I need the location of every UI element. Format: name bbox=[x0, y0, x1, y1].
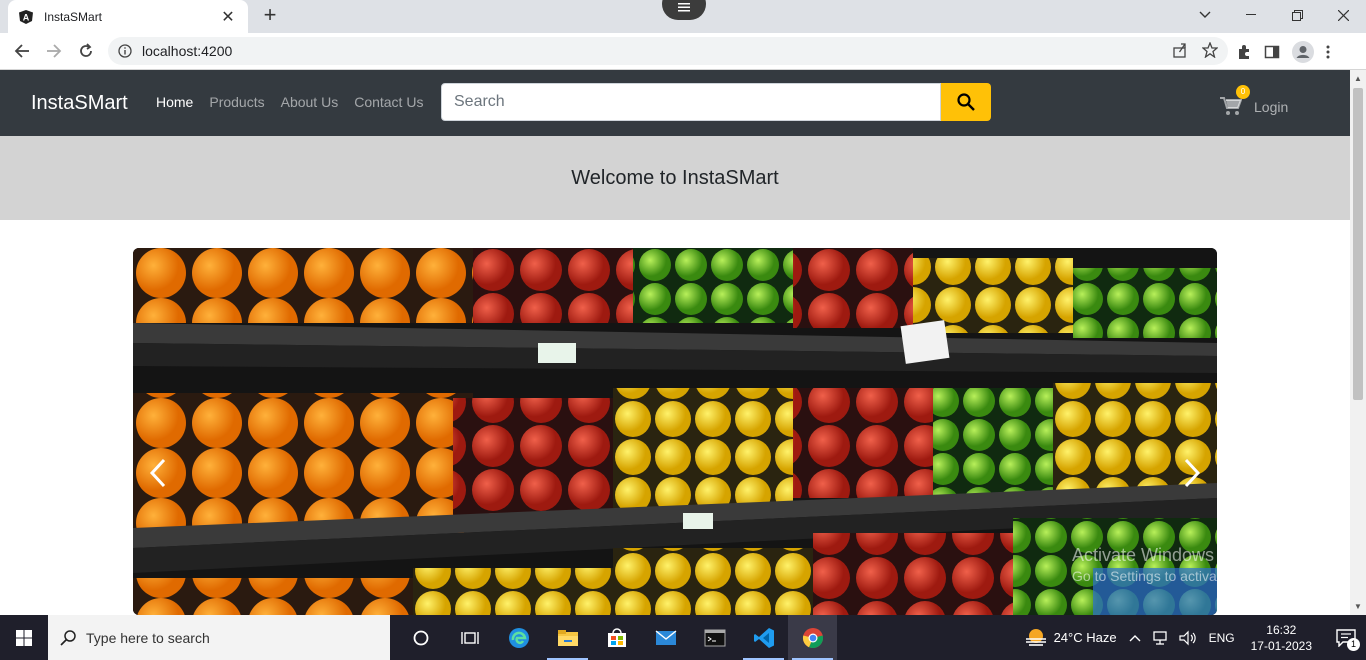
system-clock[interactable]: 16:32 17-01-2023 bbox=[1251, 622, 1312, 654]
scroll-up-icon[interactable]: ▲ bbox=[1354, 74, 1362, 83]
browser-toolbar: localhost:4200 bbox=[0, 33, 1366, 70]
tab-search-icon[interactable] bbox=[1190, 5, 1220, 25]
address-bar[interactable]: localhost:4200 bbox=[108, 37, 1228, 65]
carousel-prev-button[interactable] bbox=[143, 453, 173, 493]
cortana-icon[interactable] bbox=[396, 615, 445, 660]
chevron-right-icon bbox=[1184, 458, 1201, 488]
haze-weather-icon bbox=[1025, 628, 1046, 646]
weather-text: 24°C Haze bbox=[1053, 630, 1117, 645]
browser-tab-strip: A InstaSMart ✕ + bbox=[0, 0, 1366, 33]
clock-date: 17-01-2023 bbox=[1250, 638, 1312, 653]
scroll-down-icon[interactable]: ▼ bbox=[1354, 602, 1362, 611]
mail-icon[interactable] bbox=[641, 615, 690, 660]
site-info-icon[interactable] bbox=[118, 44, 132, 58]
chevron-left-icon bbox=[149, 458, 166, 488]
hamburger-icon bbox=[678, 3, 690, 12]
reload-icon[interactable] bbox=[76, 41, 96, 61]
site-navbar: InstaSMart Home Products About Us Contac… bbox=[0, 70, 1350, 136]
page-scrollbar[interactable]: ▲ ▼ bbox=[1350, 70, 1366, 615]
chrome-icon[interactable] bbox=[788, 615, 837, 660]
taskbar-search-placeholder: Type here to search bbox=[86, 629, 210, 646]
tab-close-icon[interactable]: ✕ bbox=[218, 7, 238, 27]
nav-contact-us[interactable]: Contact Us bbox=[354, 94, 423, 110]
welcome-banner: Welcome to InstaSMart bbox=[0, 136, 1350, 220]
scrollbar-thumb[interactable] bbox=[1353, 88, 1363, 400]
search-button[interactable] bbox=[941, 83, 991, 121]
angular-favicon-icon: A bbox=[19, 9, 33, 24]
close-window-icon[interactable] bbox=[1320, 0, 1366, 30]
network-icon[interactable] bbox=[1151, 630, 1169, 646]
cart-icon[interactable] bbox=[1220, 96, 1242, 116]
notification-center-button[interactable]: 1 bbox=[1326, 615, 1366, 660]
taskbar-search-box[interactable]: Type here to search bbox=[48, 615, 390, 660]
terminal-icon[interactable] bbox=[690, 615, 739, 660]
back-icon[interactable] bbox=[12, 41, 32, 61]
login-link[interactable]: Login bbox=[1254, 99, 1288, 115]
watermark-title: Activate Windows bbox=[1072, 545, 1215, 565]
side-panel-icon[interactable] bbox=[1264, 44, 1280, 60]
profile-avatar-icon[interactable] bbox=[1292, 41, 1314, 63]
carousel-next-button[interactable] bbox=[1177, 453, 1207, 493]
clock-time: 16:32 bbox=[1266, 622, 1297, 637]
nav-about-us[interactable]: About Us bbox=[281, 94, 339, 110]
language-indicator[interactable]: ENG bbox=[1209, 631, 1235, 645]
windows-taskbar: Type here to search 24°C Haze ENG 16:32 … bbox=[0, 615, 1366, 660]
start-button[interactable] bbox=[0, 615, 48, 660]
search-input[interactable] bbox=[441, 83, 941, 121]
watermark-subtitle: Go to Settings to activate Windows. bbox=[1072, 568, 1293, 584]
welcome-heading: Welcome to InstaSMart bbox=[571, 166, 779, 189]
search-icon bbox=[957, 93, 975, 111]
edge-browser-icon[interactable] bbox=[494, 615, 543, 660]
cart-count-badge: 0 bbox=[1236, 85, 1250, 99]
new-tab-icon[interactable]: + bbox=[258, 4, 282, 28]
volume-icon[interactable] bbox=[1178, 630, 1197, 646]
vscode-icon[interactable] bbox=[739, 615, 788, 660]
bookmark-star-icon[interactable] bbox=[1202, 42, 1218, 58]
microsoft-store-icon[interactable] bbox=[592, 615, 641, 660]
nav-products[interactable]: Products bbox=[209, 94, 264, 110]
show-hidden-icons-icon[interactable] bbox=[1129, 634, 1141, 642]
search-icon bbox=[60, 629, 76, 646]
windows-logo-icon bbox=[16, 629, 32, 646]
file-explorer-icon[interactable] bbox=[543, 615, 592, 660]
activate-windows-watermark: Activate Windows Go to Settings to activ… bbox=[1072, 545, 1293, 584]
hero-carousel bbox=[133, 248, 1217, 615]
nav-home[interactable]: Home bbox=[156, 94, 193, 110]
window-menu-button[interactable] bbox=[662, 0, 706, 20]
carousel-fruit-shelves-image bbox=[133, 248, 1217, 615]
extensions-icon[interactable] bbox=[1236, 44, 1252, 60]
notification-count-badge: 1 bbox=[1347, 638, 1360, 651]
brand-logo[interactable]: InstaSMart bbox=[31, 92, 128, 115]
task-view-icon[interactable] bbox=[445, 615, 494, 660]
browser-tab[interactable]: A InstaSMart ✕ bbox=[8, 0, 248, 33]
svg-text:A: A bbox=[23, 12, 30, 22]
minimize-icon[interactable] bbox=[1228, 0, 1274, 30]
browser-menu-icon[interactable] bbox=[1326, 44, 1330, 60]
forward-icon[interactable] bbox=[44, 41, 64, 61]
url-text: localhost:4200 bbox=[142, 43, 233, 59]
share-icon[interactable] bbox=[1172, 42, 1188, 58]
tab-title: InstaSMart bbox=[44, 9, 103, 24]
weather-widget[interactable]: 24°C Haze bbox=[1024, 628, 1117, 648]
restore-icon[interactable] bbox=[1274, 0, 1320, 30]
